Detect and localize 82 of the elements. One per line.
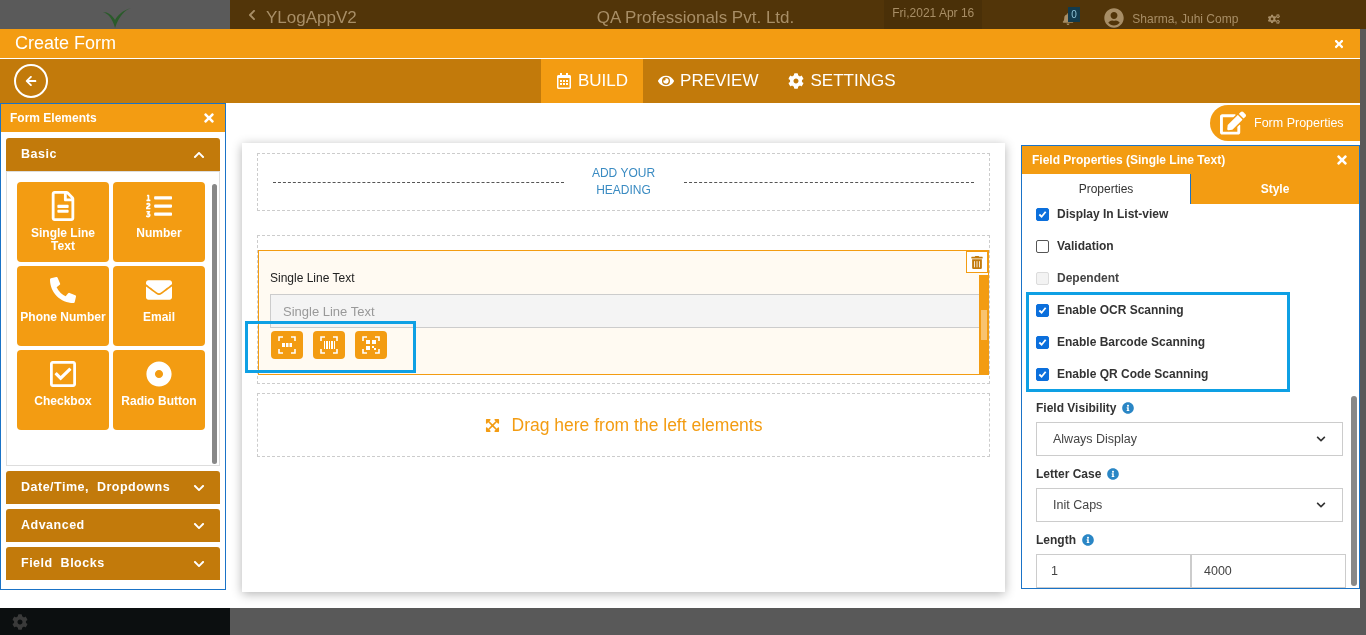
eye-icon [658,73,675,89]
select-field[interactable]: Init Caps [1036,488,1343,522]
radio-icon [146,359,172,389]
barcode-scan-button[interactable] [313,331,345,359]
company-name: QA Professionals Pvt. Ltd. [596,6,795,29]
text-scan-button[interactable] [271,331,303,359]
text-scan-icon [277,335,297,355]
tab[interactable]: SETTINGS [773,59,911,103]
tab[interactable]: PREVIEW [643,59,774,103]
trash-icon [971,255,983,269]
info-icon[interactable] [1082,534,1094,546]
check-icon [1038,209,1047,219]
barcode-scan-icon [319,335,339,355]
user-name: Sharma, Juhi Comp [1132,10,1239,28]
accordion-header[interactable]: Advanced [6,509,220,542]
element-tile[interactable]: Radio Button [113,350,205,430]
min-length-input[interactable]: 1 [1036,554,1191,588]
document-icon [50,191,76,221]
checkbox[interactable] [1036,335,1049,349]
qr-scan-icon [361,335,381,355]
close-icon[interactable] [1335,153,1349,167]
expand-icon [484,417,500,433]
close-button[interactable] [1333,37,1345,50]
element-tile[interactable]: Single Line Text [17,182,109,262]
checkbox-label: Enable OCR Scanning [1057,302,1184,319]
selected-field[interactable]: Single Line Text Single Line Text [258,250,989,375]
panel-title: Field Properties (Single Line Text) [1032,152,1226,169]
check-icon [1038,337,1047,347]
back-icon[interactable] [246,8,258,21]
phone-icon [50,275,76,305]
tab[interactable]: Style [1191,174,1359,204]
element-tile[interactable]: Email [113,266,205,346]
checkbox-label: Dependent [1057,270,1119,287]
accordion-header[interactable]: Date/Time, Dropdowns [6,471,220,504]
text-input[interactable]: Single Line Text [270,294,980,328]
tab[interactable]: BUILD [541,59,644,103]
chevron-down-icon [1316,434,1326,444]
back-button[interactable] [14,64,48,98]
close-icon[interactable] [202,111,216,125]
delete-button[interactable] [966,251,988,273]
accordion-header[interactable]: Basic [6,138,220,171]
field-label: Field Visibility [1036,400,1117,417]
info-icon[interactable] [1107,468,1120,480]
element-tile[interactable]: Phone Number [17,266,109,346]
avatar-icon [1104,7,1125,28]
qr-scan-button[interactable] [355,331,387,359]
max-length-input[interactable]: 4000 [1191,554,1346,588]
grip-icon[interactable] [980,310,987,340]
field-label: Single Line Text [270,270,356,287]
field-label: Letter Case [1036,466,1102,483]
checkbox-label: Enable QR Code Scanning [1057,366,1209,383]
drop-hint: Drag here from the left elements [511,413,763,437]
element-tile[interactable]: Number [113,182,205,262]
settings-icon[interactable] [1268,12,1281,25]
arrow-left-icon [25,75,37,87]
date-text: Fri,2021 Apr 16 [892,5,975,22]
info-icon[interactable] [1122,402,1135,414]
checkbox-label: Validation [1057,238,1114,255]
panel-title: Form Elements [10,110,97,127]
check-icon [1038,305,1047,315]
checkbox[interactable] [1036,207,1049,221]
element-tile[interactable]: Checkbox [17,350,109,430]
app-title: YLogAppV2 [266,6,357,29]
select-field[interactable]: Always Display [1036,422,1343,456]
field-label: Length [1036,532,1076,549]
form-edit-icon [1220,111,1246,135]
checkbox-icon [50,359,76,389]
checkbox[interactable] [1036,239,1049,253]
checkbox[interactable] [1036,303,1049,317]
checkbox-label: Enable Barcode Scanning [1057,334,1206,351]
checkbox[interactable] [1036,367,1049,381]
check-icon [1038,369,1047,379]
settings-icon [788,73,805,89]
form-properties-button[interactable]: Form Properties [1210,105,1360,141]
checkbox-label: Display In List-view [1057,206,1169,223]
form-icon [556,73,572,89]
modal-title: Create Form [15,32,117,55]
heading-placeholder[interactable]: ADD YOUR HEADING [583,165,664,199]
chevron-down-icon [1316,500,1326,510]
accordion-header[interactable]: Field Blocks [6,547,220,580]
close-icon [1333,37,1345,50]
notification-count: 0 [1068,6,1080,22]
